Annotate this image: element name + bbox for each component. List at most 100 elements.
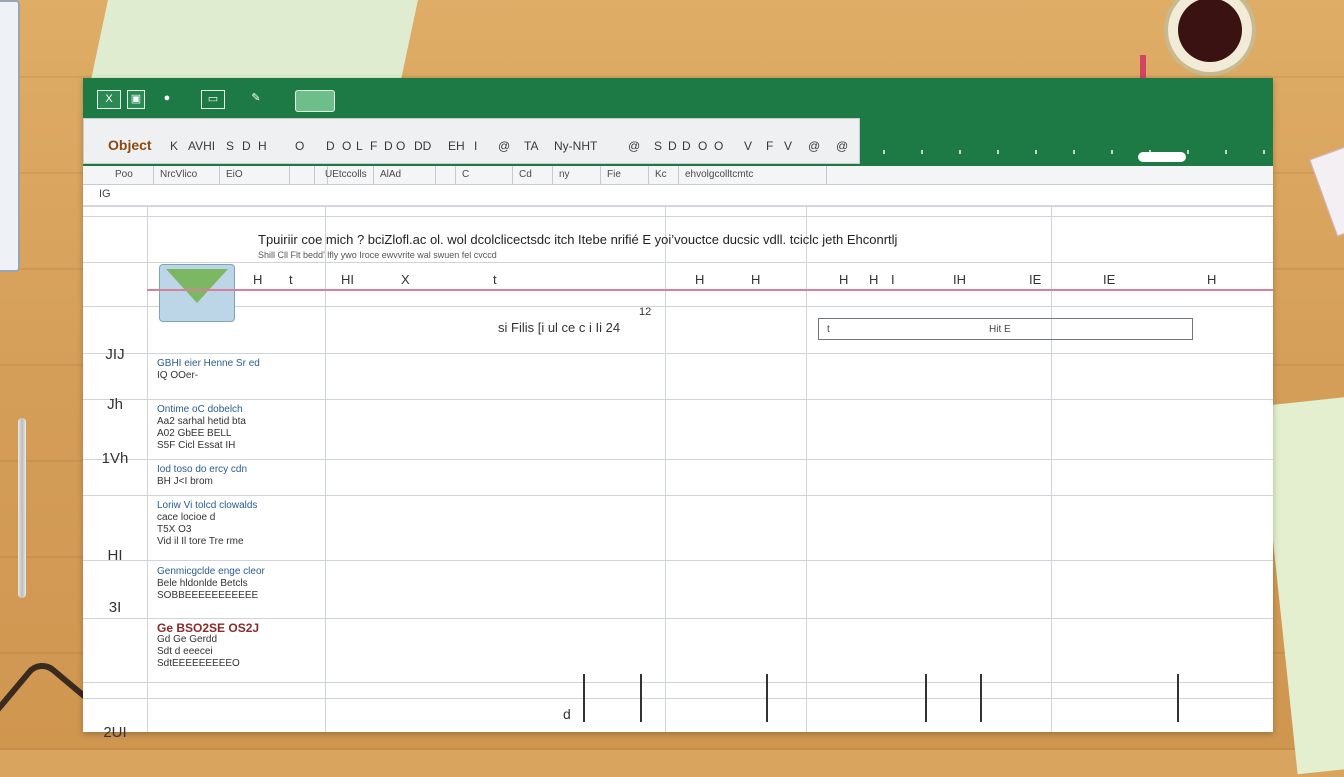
menu-item[interactable]: TA [524,139,538,153]
row-header[interactable]: 2UI [83,724,147,741]
entry-line: cace locioe d [157,512,216,523]
column-header[interactable]: H [253,272,262,287]
grid-line [83,399,1273,400]
entry-line: SdtEEEEEEEEEO [157,658,240,669]
menu-item[interactable]: D [326,139,335,153]
sheet-grid[interactable]: Tpuiriir coe mich ? bciZlofl.ac ol. wol … [83,206,1273,741]
tab[interactable]: EiO [220,166,290,184]
entry-line: T5X O3 [157,524,192,535]
menu-item[interactable]: DD [414,139,431,153]
tab[interactable] [290,166,315,184]
menu-item[interactable]: H [258,139,267,153]
name-box[interactable]: IG [83,185,1273,206]
envelope-icon [159,264,235,322]
grid-line [83,306,1273,307]
tab[interactable]: ehvolgcolltcmtc [679,166,827,184]
menu-item[interactable]: S [654,139,662,153]
tab[interactable]: C [456,166,513,184]
spreadsheet-window: X ▣ ● ▭ ✎ Object K AVHI S D H O D O L F … [83,78,1273,741]
menu-item[interactable]: F [370,139,377,153]
tab[interactable]: Kc [649,166,679,184]
column-header[interactable]: H [695,272,704,287]
entry-line: Aa2 sarhal hetid bta [157,416,246,427]
list-item[interactable]: Iod toso do ercy cdn BH J<I brom [157,464,407,488]
menu-item[interactable]: O [698,139,707,153]
entry-line: BH J<I brom [157,476,213,487]
menu-object[interactable]: Object [108,137,152,153]
tab[interactable]: Poo [109,166,154,184]
tab[interactable]: Fie [601,166,649,184]
list-item[interactable]: Loriw Vi tolcd clowalds cace locioe d T5… [157,500,407,548]
input-field[interactable]: t Hit E [818,318,1193,340]
ribbon-toggle[interactable] [1138,152,1186,162]
column-header[interactable]: t [493,272,497,287]
tab[interactable]: ny [553,166,601,184]
paper-sheet [89,0,421,85]
tab[interactable] [436,166,456,184]
menu-item[interactable]: Ny-NHT [554,139,597,153]
list-item[interactable]: Ontime oC dobelch Aa2 sarhal hetid bta A… [157,404,407,452]
tab[interactable]: NrcVlico [154,166,220,184]
window-icon[interactable]: ▭ [201,90,225,109]
menu-item[interactable]: V [784,139,792,153]
row-header[interactable]: 3I [83,599,147,616]
menu-item[interactable]: O [342,139,351,153]
row-header[interactable]: JIJ [83,346,147,363]
pen [18,418,26,598]
column-header[interactable]: I [891,272,895,287]
column-header[interactable]: IE [1103,272,1115,287]
menu-item[interactable]: EH [448,139,465,153]
tick-mark [980,674,982,722]
menu-item[interactable]: L [356,139,363,153]
menu-item[interactable]: V [744,139,752,153]
battery-icon[interactable] [295,90,335,112]
grid-line [83,618,1273,619]
tab[interactable]: Cd [513,166,553,184]
menu-item[interactable]: @ [808,139,820,153]
row-header[interactable]: HI [83,547,147,564]
list-item[interactable]: Genmicgclde enge cleor Bele hldonlde Bet… [157,566,407,602]
menu-item[interactable]: D [682,139,691,153]
menu-item[interactable]: O [714,139,723,153]
row-header[interactable]: 1Vh [83,450,147,467]
save-icon[interactable]: ▣ [127,90,145,109]
column-header[interactable]: H [869,272,878,287]
app-logo-icon[interactable]: X [97,90,121,109]
tab-bar: Poo NrcVlico EiO UEtccolls AlAd C Cd ny … [83,166,1273,185]
grid-line [665,206,666,732]
menu-item[interactable]: @ [498,139,510,153]
entry-line: IQ OOer- [157,370,199,381]
list-item[interactable]: Ge BSO2SE OS2J Gd Ge Gerdd Sdt d eeecei … [157,622,407,670]
menu-item[interactable]: D [384,139,393,153]
menu-item[interactable]: @ [628,139,640,153]
entry-line: Sdt d eeecei [157,646,213,657]
grid-line [83,560,1273,561]
column-header[interactable]: X [401,272,410,287]
menu-item[interactable]: D [242,139,251,153]
column-header[interactable]: H [1207,272,1216,287]
column-header[interactable]: t [289,272,293,287]
row-header[interactable]: Jh [83,396,147,413]
column-header[interactable]: H [751,272,760,287]
entry-title: Genmicgclde enge cleor [157,566,265,577]
undo-icon[interactable]: ● [160,90,174,107]
tab[interactable]: UEtccolls [319,166,374,184]
column-header[interactable]: IE [1029,272,1041,287]
list-item[interactable]: GBHI eier Henne Sr ed IQ OOer- [157,358,407,382]
column-header[interactable]: IH [953,272,966,287]
menu-item[interactable]: F [766,139,773,153]
column-header[interactable]: H [839,272,848,287]
tab[interactable]: AlAd [374,166,436,184]
menu-item[interactable]: O [295,139,304,153]
menu-item[interactable]: D [668,139,677,153]
menu-item[interactable]: AVHI [188,139,215,153]
menu-item[interactable]: @ [836,139,848,153]
menu-item[interactable]: I [474,139,477,153]
menu-item[interactable]: S [226,139,234,153]
menu-item[interactable]: O [396,139,405,153]
menu-item[interactable]: K [170,139,178,153]
brush-icon[interactable]: ✎ [247,90,265,107]
tick-mark [583,674,585,722]
column-header[interactable]: HI [341,272,354,287]
cell-number: 12 [639,306,652,318]
